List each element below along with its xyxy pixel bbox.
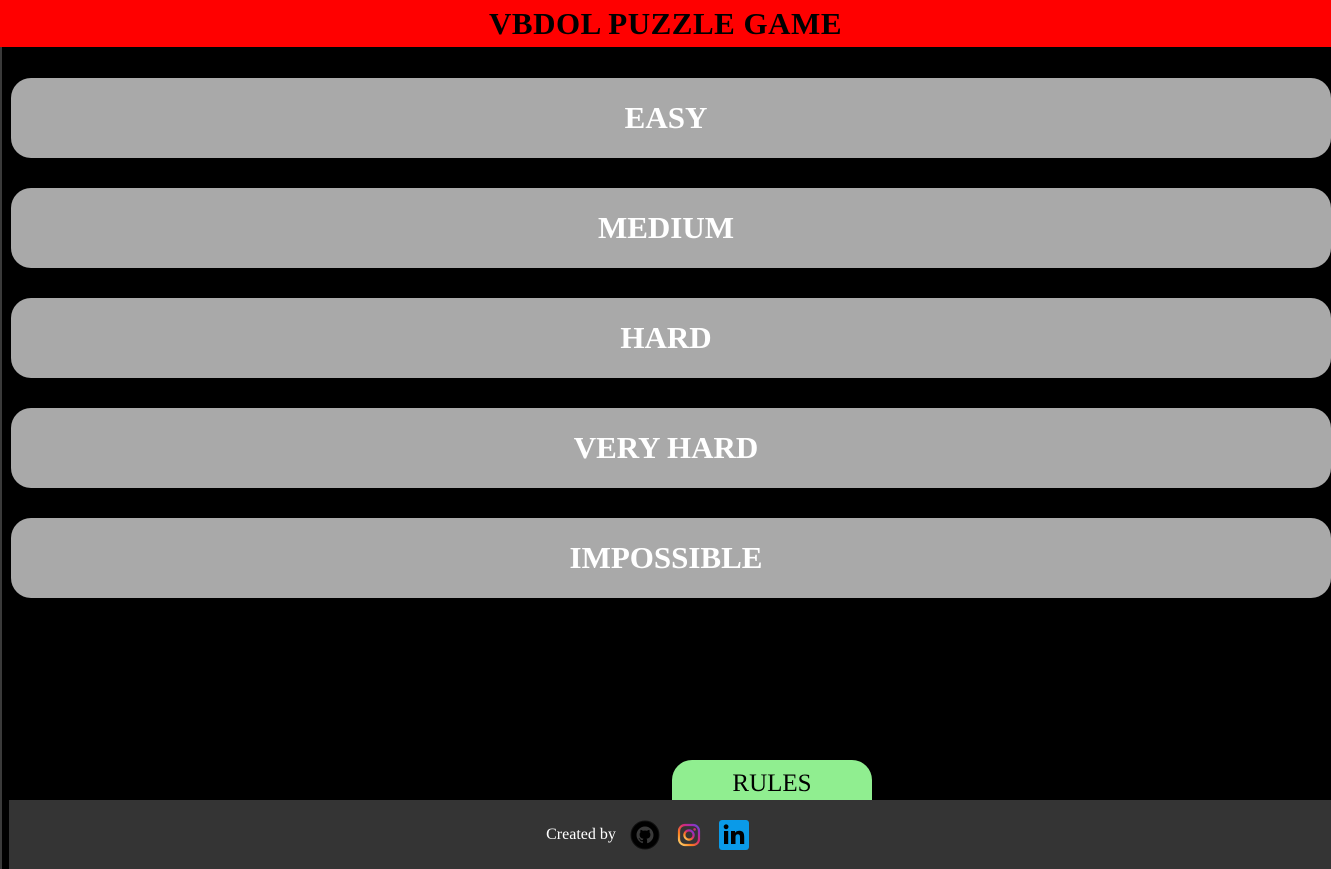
window-edge — [0, 0, 2, 869]
very-hard-button[interactable]: VERY HARD — [11, 408, 1331, 488]
linkedin-icon — [718, 819, 750, 851]
page-footer: Created by — [9, 800, 1331, 869]
page-title: VBDOL PUZZLE GAME — [489, 5, 842, 41]
impossible-button[interactable]: IMPOSSIBLE — [11, 518, 1331, 598]
difficulty-list: EASY MEDIUM HARD VERY HARD IMPOSSIBLE — [11, 78, 1331, 628]
footer-content: Created by — [546, 819, 764, 851]
hard-button[interactable]: HARD — [11, 298, 1331, 378]
created-by-label: Created by — [546, 825, 616, 843]
instagram-link[interactable] — [674, 820, 704, 850]
easy-button[interactable]: EASY — [11, 78, 1331, 158]
github-icon — [630, 820, 660, 850]
medium-button[interactable]: MEDIUM — [11, 188, 1331, 268]
linkedin-link[interactable] — [718, 819, 750, 851]
game-page: VBDOL PUZZLE GAME EASY MEDIUM HARD VERY … — [0, 0, 1331, 869]
page-header: VBDOL PUZZLE GAME — [0, 0, 1331, 47]
github-link[interactable] — [630, 820, 660, 850]
instagram-icon — [674, 820, 704, 850]
